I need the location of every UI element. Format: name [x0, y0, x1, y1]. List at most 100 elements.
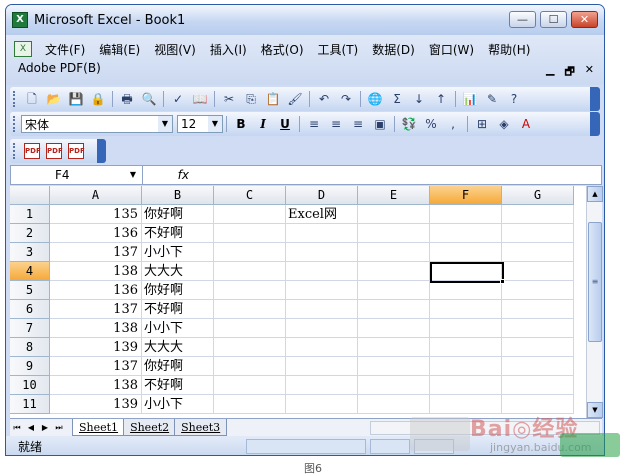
cell-g4[interactable] — [502, 262, 574, 281]
undo-icon[interactable]: ↶ — [315, 90, 333, 108]
tab-sheet1[interactable]: Sheet1 — [72, 419, 126, 436]
menu-edit[interactable]: 编辑(E) — [92, 41, 147, 58]
row-header[interactable]: 10 — [10, 376, 50, 395]
cell-b5[interactable]: 你好啊 — [142, 281, 214, 300]
workbook-restore-button[interactable]: 🗗 — [564, 63, 574, 82]
worksheet-grid[interactable]: A B C D E F G 1 135 你好啊 Excel网 2 136 不好啊 3 137 小小… — [10, 186, 586, 418]
cell-f5[interactable] — [430, 281, 502, 300]
cell-d10[interactable] — [286, 376, 358, 395]
cell-f11[interactable] — [430, 395, 502, 414]
formula-input[interactable] — [199, 166, 601, 184]
cell-g2[interactable] — [502, 224, 574, 243]
hyperlink-icon[interactable]: 🌐 — [366, 90, 384, 108]
font-size-select[interactable]: 12 ▼ — [177, 115, 223, 133]
cell-g9[interactable] — [502, 357, 574, 376]
cell-g10[interactable] — [502, 376, 574, 395]
autosum-icon[interactable]: Σ — [388, 90, 406, 108]
cell-e3[interactable] — [358, 243, 430, 262]
fx-icon[interactable]: fx — [143, 168, 199, 182]
cell-b10[interactable]: 不好啊 — [142, 376, 214, 395]
cell-b3[interactable]: 小小下 — [142, 243, 214, 262]
row-header[interactable]: 9 — [10, 357, 50, 376]
row-header[interactable]: 5 — [10, 281, 50, 300]
copy-icon[interactable]: ⎘ — [242, 90, 260, 108]
cell-c8[interactable] — [214, 338, 286, 357]
row-header[interactable]: 1 — [10, 205, 50, 224]
convert-to-pdf-icon[interactable]: PDF — [24, 143, 41, 159]
cell-a9[interactable]: 137 — [50, 357, 142, 376]
scroll-down-icon[interactable]: ▼ — [587, 402, 603, 418]
row-header[interactable]: 4 — [10, 262, 50, 281]
row-header[interactable]: 11 — [10, 395, 50, 414]
toolbar-grip[interactable] — [13, 143, 17, 159]
underline-button[interactable]: U — [276, 115, 294, 133]
column-header-e[interactable]: E — [358, 186, 430, 205]
select-all-corner[interactable] — [10, 186, 50, 205]
redo-icon[interactable]: ↷ — [337, 90, 355, 108]
font-color-icon[interactable]: A — [517, 115, 535, 133]
fill-color-icon[interactable]: ◈ — [495, 115, 513, 133]
first-sheet-icon[interactable]: ⏮ — [10, 423, 24, 433]
close-button[interactable]: ✕ — [571, 11, 598, 28]
cell-e7[interactable] — [358, 319, 430, 338]
chevron-down-icon[interactable]: ▼ — [130, 166, 136, 184]
active-cell-border[interactable] — [430, 262, 504, 283]
prev-sheet-icon[interactable]: ◀ — [24, 423, 38, 432]
sort-descending-icon[interactable]: ↑ — [432, 90, 450, 108]
sort-ascending-icon[interactable]: ↓ — [410, 90, 428, 108]
column-header-b[interactable]: B — [142, 186, 214, 205]
column-header-f[interactable]: F — [430, 186, 502, 205]
cell-a10[interactable]: 138 — [50, 376, 142, 395]
cell-e9[interactable] — [358, 357, 430, 376]
cell-f6[interactable] — [430, 300, 502, 319]
name-box[interactable]: F4 ▼ — [11, 166, 143, 184]
cell-d3[interactable] — [286, 243, 358, 262]
cell-g5[interactable] — [502, 281, 574, 300]
row-header[interactable]: 3 — [10, 243, 50, 262]
row-header[interactable]: 7 — [10, 319, 50, 338]
new-icon[interactable]: 🗋 — [23, 90, 41, 108]
cell-f2[interactable] — [430, 224, 502, 243]
cell-f9[interactable] — [430, 357, 502, 376]
help-icon[interactable]: ? — [505, 90, 523, 108]
cell-d6[interactable] — [286, 300, 358, 319]
menu-data[interactable]: 数据(D) — [365, 41, 422, 58]
bold-button[interactable]: B — [232, 115, 250, 133]
cell-c7[interactable] — [214, 319, 286, 338]
cell-d11[interactable] — [286, 395, 358, 414]
permission-icon[interactable]: 🔒 — [89, 90, 107, 108]
comma-style-icon[interactable]: , — [444, 115, 462, 133]
menu-file[interactable]: 文件(F) — [38, 41, 92, 58]
cell-a8[interactable]: 139 — [50, 338, 142, 357]
menu-help[interactable]: 帮助(H) — [481, 41, 537, 58]
merge-center-icon[interactable]: ▣ — [371, 115, 389, 133]
cell-e8[interactable] — [358, 338, 430, 357]
percent-icon[interactable]: % — [422, 115, 440, 133]
chart-wizard-icon[interactable]: 📊 — [461, 90, 479, 108]
cell-c10[interactable] — [214, 376, 286, 395]
cell-a6[interactable]: 137 — [50, 300, 142, 319]
menu-window[interactable]: 窗口(W) — [422, 41, 481, 58]
research-icon[interactable]: 📖 — [191, 90, 209, 108]
cell-a7[interactable]: 138 — [50, 319, 142, 338]
cell-c4[interactable] — [214, 262, 286, 281]
menu-view[interactable]: 视图(V) — [147, 41, 203, 58]
column-header-a[interactable]: A — [50, 186, 142, 205]
cell-a1[interactable]: 135 — [50, 205, 142, 224]
cell-d9[interactable] — [286, 357, 358, 376]
cell-e6[interactable] — [358, 300, 430, 319]
menu-insert[interactable]: 插入(I) — [203, 41, 254, 58]
print-preview-icon[interactable]: 🔍 — [140, 90, 158, 108]
excel-app-icon[interactable]: X — [12, 12, 28, 28]
drawing-icon[interactable]: ✎ — [483, 90, 501, 108]
open-icon[interactable]: 📂 — [45, 90, 63, 108]
row-header[interactable]: 8 — [10, 338, 50, 357]
borders-icon[interactable]: ⊞ — [473, 115, 491, 133]
cell-f10[interactable] — [430, 376, 502, 395]
cell-d8[interactable] — [286, 338, 358, 357]
cell-a11[interactable]: 139 — [50, 395, 142, 414]
cell-b7[interactable]: 小小下 — [142, 319, 214, 338]
cell-b1[interactable]: 你好啊 — [142, 205, 214, 224]
next-sheet-icon[interactable]: ▶ — [38, 423, 52, 432]
tab-sheet2[interactable]: Sheet2 — [123, 419, 177, 436]
